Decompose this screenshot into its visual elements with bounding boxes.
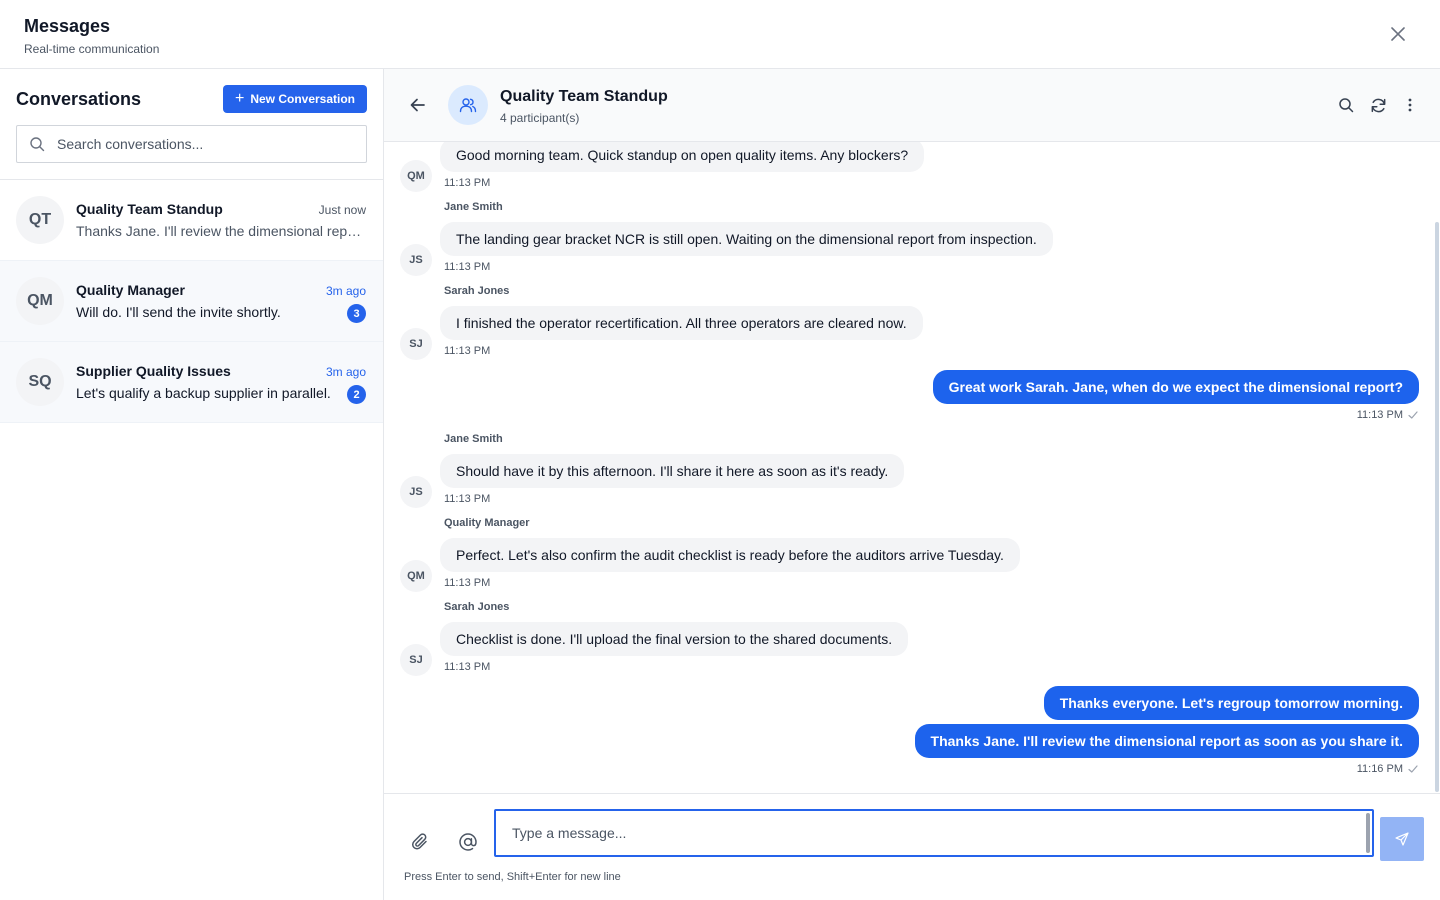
back-arrow-icon <box>410 98 425 112</box>
refresh-button[interactable] <box>1369 96 1387 114</box>
message-time: 11:13 PM <box>444 261 491 273</box>
message-status: 11:16 PM <box>1357 763 1419 775</box>
conversation-time: 3m ago <box>325 365 366 379</box>
new-conversation-button[interactable]: + New Conversation <box>223 85 367 113</box>
search-messages-button[interactable] <box>1337 96 1355 114</box>
sidebar-title: Conversations <box>16 89 142 109</box>
sender-name: Quality Manager <box>444 517 530 529</box>
message-time: 11:16 PM <box>1356 763 1403 775</box>
message-bubble: Good morning team. Quick standup on open… <box>440 142 925 172</box>
search-icon <box>1339 98 1354 113</box>
sidebar-top: Conversations + New Conversation <box>0 69 383 180</box>
refresh-icon <box>1371 98 1385 112</box>
app-title: Messages <box>24 16 111 36</box>
input-scrollbar <box>1366 813 1370 853</box>
message-bubble: Should have it by this afternoon. I'll s… <box>440 454 905 488</box>
message-bubble: Perfect. Let's also confirm the audit ch… <box>440 538 1020 572</box>
message-list[interactable]: QM Good morning team. Quick standup on o… <box>384 142 1440 793</box>
chat-header: Quality Team Standup 4 participant(s) <box>384 69 1440 142</box>
participant-count: 4 participant(s) <box>500 111 580 125</box>
message-bubble-outgoing: Thanks Jane. I'll review the dimensional… <box>914 724 1419 758</box>
conversation-item[interactable]: SQ Supplier Quality Issues 3m ago Let's … <box>0 342 383 423</box>
group-avatar <box>448 85 488 125</box>
search-icon <box>30 137 45 152</box>
new-conversation-label: New Conversation <box>250 92 356 106</box>
message-status: 11:13 PM <box>1357 409 1419 421</box>
sender-name: Sarah Jones <box>444 601 510 613</box>
conversation-search[interactable] <box>16 125 367 163</box>
check-icon <box>1408 765 1418 773</box>
avatar: QM <box>400 160 432 192</box>
avatar: QM <box>400 560 432 592</box>
chat-title: Quality Team Standup <box>500 88 668 105</box>
check-icon <box>1408 411 1418 419</box>
chat-panel: Quality Team Standup 4 participant(s) QM… <box>384 69 1440 900</box>
conversation-time: 3m ago <box>325 284 366 298</box>
message-time: 11:13 PM <box>444 577 491 589</box>
unread-badge: 3 <box>347 304 366 323</box>
conversation-name: Quality Manager <box>76 282 185 298</box>
send-icon <box>1395 832 1409 846</box>
conversation-name: Quality Team Standup <box>76 201 223 217</box>
message-time: 11:13 PM <box>1356 409 1403 421</box>
paperclip-icon <box>411 833 427 850</box>
app-header: Messages Real-time communication <box>0 0 1440 69</box>
message-time: 11:13 PM <box>444 345 491 357</box>
message-bubble-outgoing: Great work Sarah. Jane, when do we expec… <box>932 370 1419 404</box>
message-bubble: I finished the operator recertification.… <box>440 306 923 340</box>
mention-button[interactable] <box>456 830 480 854</box>
sender-name: Sarah Jones <box>444 285 510 297</box>
message-time: 11:13 PM <box>444 177 491 189</box>
avatar: SQ <box>16 358 64 406</box>
plus-icon: + <box>234 90 245 107</box>
sender-name: Jane Smith <box>444 433 503 445</box>
unread-badge: 2 <box>347 385 366 404</box>
message-scrollbar[interactable] <box>1435 222 1439 792</box>
close-button[interactable] <box>1386 22 1410 46</box>
avatar: QT <box>16 196 64 244</box>
search-input[interactable] <box>57 136 347 152</box>
conversation-time: Just now <box>318 203 366 217</box>
avatar: JS <box>400 476 432 508</box>
message-time: 11:13 PM <box>444 493 491 505</box>
app-subtitle: Real-time communication <box>24 42 160 56</box>
avatar: SJ <box>400 328 432 360</box>
conversations-sidebar: Conversations + New Conversation QT Qual… <box>0 69 384 900</box>
at-sign-icon <box>459 833 477 851</box>
message-bubble: Checklist is done. I'll upload the final… <box>440 622 909 656</box>
conversation-item[interactable]: QT Quality Team Standup Just now Thanks … <box>0 180 383 261</box>
message-composer: Press Enter to send, Shift+Enter for new… <box>384 793 1440 900</box>
group-icon <box>459 98 477 113</box>
message-input[interactable] <box>494 809 1374 857</box>
message-bubble: The landing gear bracket NCR is still op… <box>440 222 1053 256</box>
attach-button[interactable] <box>408 830 432 854</box>
conversation-name: Supplier Quality Issues <box>76 363 231 379</box>
more-options-button[interactable] <box>1401 96 1419 114</box>
conversation-preview: Let's qualify a backup supplier in paral… <box>76 385 331 401</box>
composer-hint: Press Enter to send, Shift+Enter for new… <box>404 871 621 883</box>
conversation-item[interactable]: QM Quality Manager 3m ago Will do. I'll … <box>0 261 383 342</box>
avatar: QM <box>16 277 64 325</box>
back-button[interactable] <box>408 95 428 115</box>
conversation-preview: Will do. I'll send the invite shortly. <box>76 304 281 320</box>
avatar: JS <box>400 244 432 276</box>
avatar: SJ <box>400 644 432 676</box>
message-time: 11:13 PM <box>444 661 491 673</box>
sender-name: Jane Smith <box>444 201 503 213</box>
more-vertical-icon <box>1408 98 1412 112</box>
send-button[interactable] <box>1380 817 1424 861</box>
message-bubble-outgoing: Thanks everyone. Let's regroup tomorrow … <box>1043 686 1419 720</box>
conversation-preview: Thanks Jane. I'll review the dimensional… <box>76 223 367 239</box>
close-icon <box>1391 27 1405 41</box>
